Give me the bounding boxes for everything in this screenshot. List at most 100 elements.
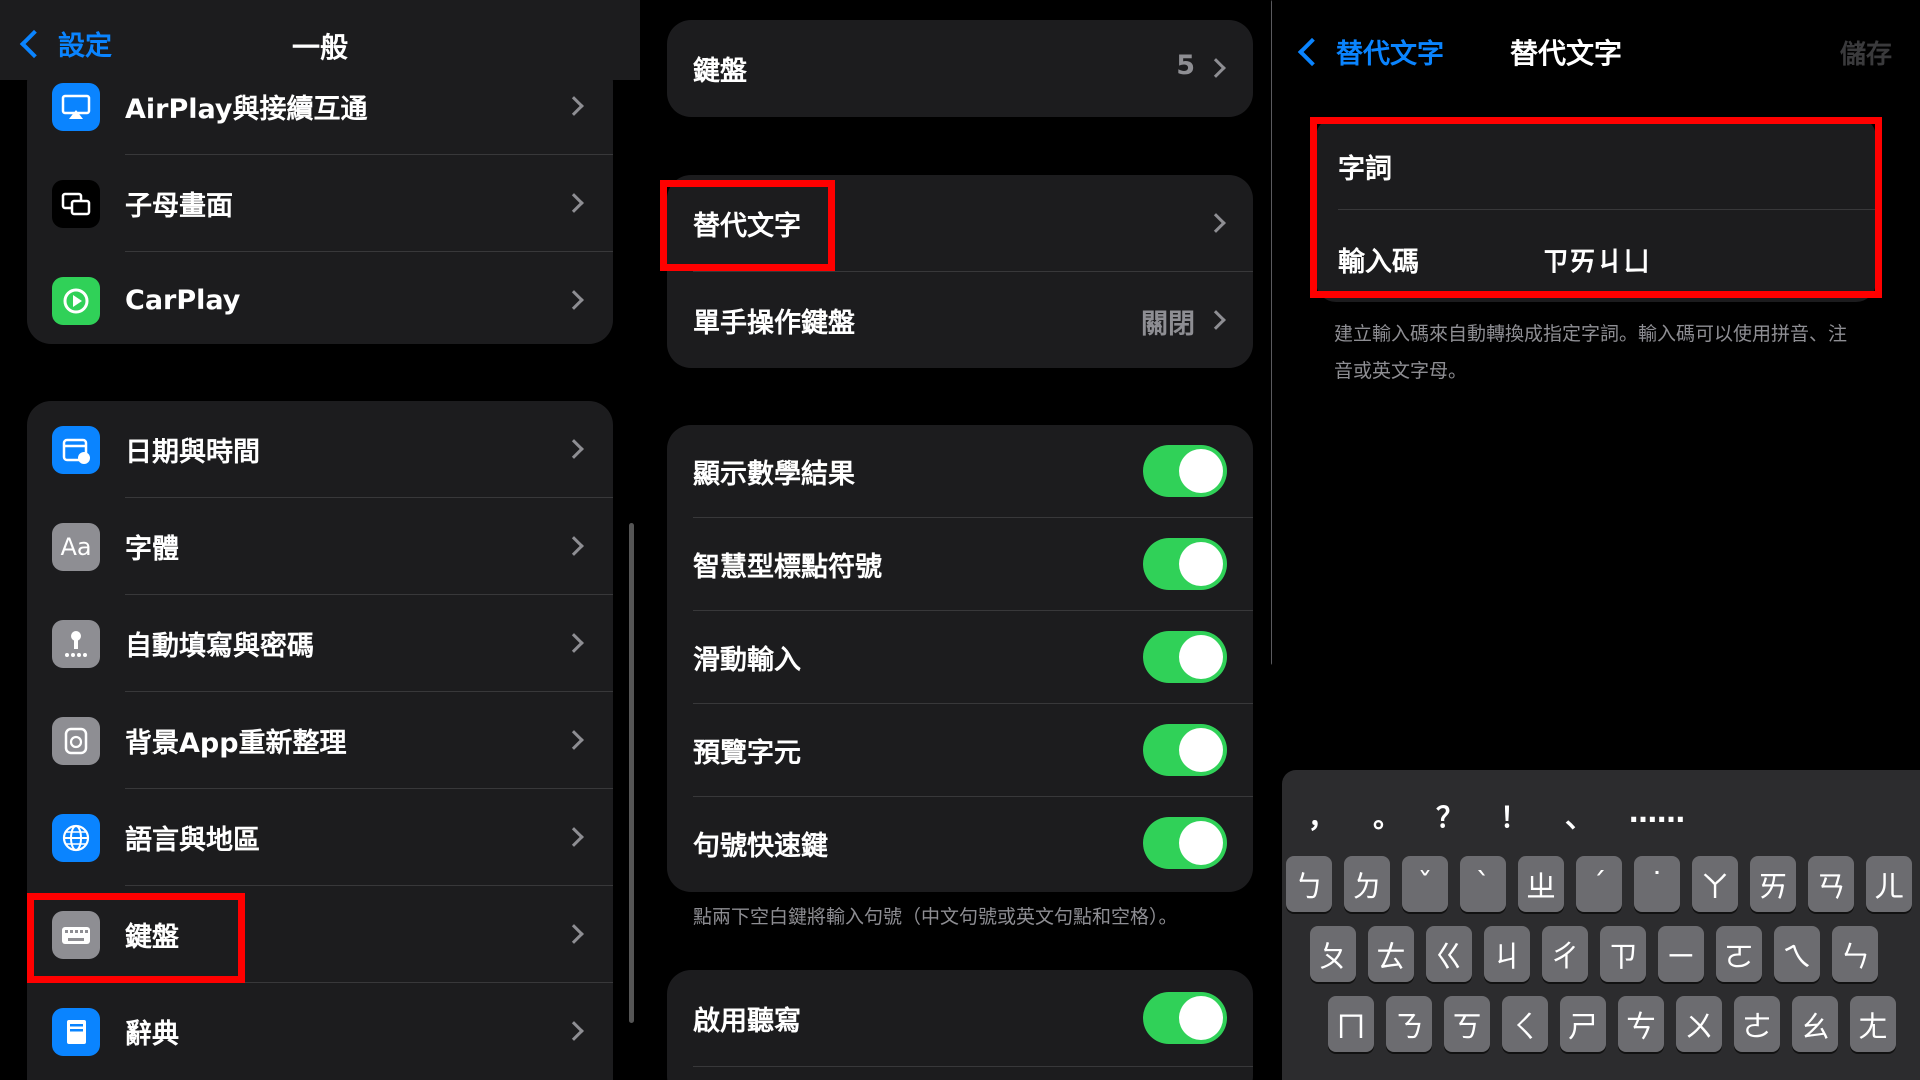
zhuyin-key[interactable]: ㄗ bbox=[1600, 926, 1646, 982]
zhuyin-key[interactable]: ㄤ bbox=[1850, 996, 1896, 1052]
phrase-row[interactable]: 字詞 bbox=[1316, 117, 1876, 210]
zhuyin-key[interactable]: ㄢ bbox=[1808, 856, 1854, 912]
zhuyin-key[interactable]: ㄐ bbox=[1484, 926, 1530, 982]
zhuyin-key[interactable]: ㄠ bbox=[1792, 996, 1838, 1052]
zhuyin-key[interactable]: ˊ bbox=[1576, 856, 1622, 912]
zhuyin-key[interactable]: ㄍ bbox=[1426, 926, 1472, 982]
row-autofill-passwords[interactable]: 自動填寫與密碼 bbox=[27, 595, 613, 692]
zhuyin-key[interactable]: ㄋ bbox=[1386, 996, 1432, 1052]
row-one-handed-keyboard[interactable]: 單手操作鍵盤 關閉 bbox=[667, 272, 1253, 368]
chevron-right-icon bbox=[564, 96, 584, 116]
zhuyin-key[interactable]: ㄔ bbox=[1542, 926, 1588, 982]
period-shortcut-toggle[interactable] bbox=[1143, 817, 1227, 869]
row-date-time[interactable]: 日期與時間 bbox=[27, 401, 613, 498]
candidate-key[interactable]: …… bbox=[1629, 796, 1685, 829]
zhuyin-key[interactable]: ㄦ bbox=[1866, 856, 1912, 912]
candidate-key[interactable]: ， bbox=[1308, 796, 1336, 836]
row-language-region[interactable]: 語言與地區 bbox=[27, 789, 613, 886]
chevron-right-icon bbox=[564, 730, 584, 750]
row-character-preview: 預覽字元 bbox=[667, 704, 1253, 797]
zhuyin-key[interactable]: ㄣ bbox=[1832, 926, 1878, 982]
keyboard-settings-panel: 鍵盤 5 替代文字 單手操作鍵盤 關閉 顯示數學結果 智慧型標點符號 滑動輸入 … bbox=[640, 0, 1272, 1080]
row-label: 預覽字元 bbox=[693, 738, 801, 769]
row-keyboard[interactable]: 鍵盤 bbox=[27, 886, 613, 983]
slide-to-type-toggle[interactable] bbox=[1143, 631, 1227, 683]
zhuyin-key[interactable]: ˙ bbox=[1634, 856, 1680, 912]
smart-punctuation-toggle[interactable] bbox=[1143, 538, 1227, 590]
scrollbar[interactable] bbox=[629, 523, 634, 1023]
period-shortcut-footnote: 點兩下空白鍵將輸入句號（中文句號或英文句點和空格）。 bbox=[693, 906, 1178, 928]
zhuyin-key[interactable]: ㄧ bbox=[1658, 926, 1704, 982]
settings-group-text: 替代文字 單手操作鍵盤 關閉 bbox=[667, 175, 1253, 368]
zhuyin-key[interactable]: ㄇ bbox=[1328, 996, 1374, 1052]
shortcut-field[interactable]: ㄗㄞㄐㄩ bbox=[1542, 240, 1650, 279]
form-description: 建立輸入碼來自動轉換成指定字詞。輸入碼可以使用拼音、注音或英文字母。 bbox=[1334, 323, 1848, 382]
shortcut-row[interactable]: 輸入碼 ㄗㄞㄐㄩ bbox=[1316, 210, 1876, 302]
chevron-right-icon bbox=[564, 633, 584, 653]
zhuyin-key[interactable]: ㄜ bbox=[1734, 996, 1780, 1052]
zhuyin-key[interactable]: ㄘ bbox=[1618, 996, 1664, 1052]
keyboard-icon bbox=[52, 910, 100, 959]
row-keyboards[interactable]: 鍵盤 5 bbox=[667, 20, 1253, 117]
zhuyin-key[interactable]: ㄛ bbox=[1716, 926, 1762, 982]
row-slide-to-type: 滑動輸入 bbox=[667, 611, 1253, 704]
candidate-key[interactable]: ？ bbox=[1436, 796, 1464, 836]
chevron-left-icon bbox=[1297, 37, 1327, 66]
row-dictionary[interactable]: 辭典 bbox=[27, 983, 613, 1080]
zhuyin-key[interactable]: ˋ bbox=[1460, 856, 1506, 912]
zhuyin-key[interactable]: ㄎ bbox=[1444, 996, 1490, 1052]
row-label: 智慧型標點符號 bbox=[693, 552, 882, 583]
candidate-key[interactable]: 、 bbox=[1565, 796, 1593, 836]
navigation-bar: 設定 一般 bbox=[0, 0, 640, 80]
row-picture-in-picture[interactable]: 子母畫面 bbox=[27, 155, 613, 252]
row-label: 句號快速鍵 bbox=[693, 831, 828, 862]
shortcut-label: 輸入碼 bbox=[1338, 247, 1419, 278]
zhuyin-key[interactable]: ㄕ bbox=[1560, 996, 1606, 1052]
zhuyin-key[interactable]: ㄟ bbox=[1774, 926, 1820, 982]
font-icon: Aa bbox=[52, 522, 100, 571]
dictation-toggle[interactable] bbox=[1143, 992, 1227, 1044]
row-label: 自動填寫與密碼 bbox=[125, 631, 314, 662]
zhuyin-key[interactable]: ˇ bbox=[1402, 856, 1448, 912]
row-text-replacement[interactable]: 替代文字 bbox=[667, 175, 1253, 272]
general-settings-panel: AirPlay與接續互通 子母畫面 CarPlay 日期與時間 Aa 字體 自動… bbox=[0, 0, 640, 1080]
airplay-icon bbox=[52, 82, 100, 131]
row-period-shortcut: 句號快速鍵 bbox=[667, 797, 1253, 890]
row-carplay[interactable]: CarPlay bbox=[27, 252, 613, 344]
settings-group-toggles: 顯示數學結果 智慧型標點符號 滑動輸入 預覽字元 句號快速鍵 bbox=[667, 425, 1253, 892]
row-label: 語言與地區 bbox=[125, 825, 260, 856]
picture-in-picture-icon bbox=[52, 179, 100, 228]
chevron-right-icon bbox=[564, 827, 584, 847]
zhuyin-key[interactable]: ㄑ bbox=[1502, 996, 1548, 1052]
keyboard-count: 5 bbox=[1176, 50, 1195, 81]
zhuyin-key[interactable]: ㄓ bbox=[1518, 856, 1564, 912]
zhuyin-key[interactable]: ㄅ bbox=[1286, 856, 1332, 912]
zhuyin-key[interactable]: ㄨ bbox=[1676, 996, 1722, 1052]
zhuyin-keyboard: ， 。 ？ ！ 、 …… ㄅㄉ ˇ ˋ ㄓ ˊ ˙ ㄚㄞㄢㄦㄆㄊㄍㄐㄔㄗㄧㄛㄟㄣㄇㄋㄎㄑㄕㄘ… bbox=[1282, 770, 1920, 1080]
chevron-right-icon bbox=[564, 924, 584, 944]
zhuyin-key[interactable]: ㄚ bbox=[1692, 856, 1738, 912]
row-math-results: 顯示數學結果 bbox=[667, 425, 1253, 518]
candidate-key[interactable]: ！ bbox=[1500, 796, 1528, 836]
row-background-refresh[interactable]: 背景App重新整理 bbox=[27, 692, 613, 789]
zhuyin-key[interactable]: ㄆ bbox=[1310, 926, 1356, 982]
row-label: 鍵盤 bbox=[125, 922, 179, 953]
candidate-key[interactable]: 。 bbox=[1373, 796, 1401, 836]
row-label: AirPlay與接續互通 bbox=[125, 94, 368, 125]
chevron-right-icon bbox=[564, 536, 584, 556]
page-title: 一般 bbox=[291, 31, 348, 64]
save-button[interactable]: 儲存 bbox=[1840, 34, 1892, 71]
carplay-icon bbox=[52, 276, 100, 325]
math-results-toggle[interactable] bbox=[1143, 445, 1227, 497]
row-enable-dictation: 啟用聽寫 bbox=[667, 970, 1253, 1067]
character-preview-toggle[interactable] bbox=[1143, 724, 1227, 776]
one-handed-value: 關閉 bbox=[1141, 309, 1195, 340]
zhuyin-key[interactable]: ㄊ bbox=[1368, 926, 1414, 982]
zhuyin-key[interactable]: ㄉ bbox=[1344, 856, 1390, 912]
row-label: 啟用聽寫 bbox=[693, 1006, 801, 1037]
zhuyin-key[interactable]: ㄞ bbox=[1750, 856, 1796, 912]
back-button[interactable]: 替代文字 bbox=[1294, 32, 1444, 71]
row-fonts[interactable]: Aa 字體 bbox=[27, 498, 613, 595]
settings-group-system: 日期與時間 Aa 字體 自動填寫與密碼 背景App重新整理 語言與地區 鍵盤 辭… bbox=[27, 401, 613, 1080]
row-label: 鍵盤 bbox=[693, 56, 747, 87]
